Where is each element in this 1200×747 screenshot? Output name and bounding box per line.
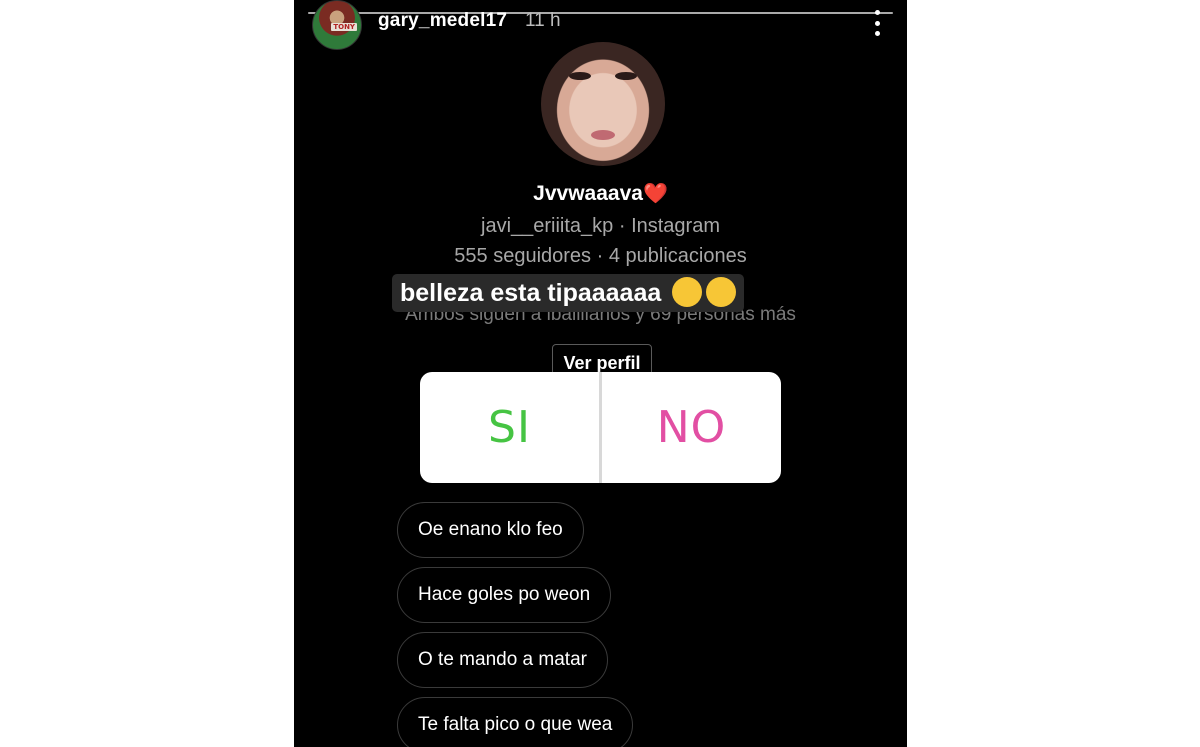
shared-profile-handle: javi__eriiita_kp · Instagram	[481, 215, 720, 237]
reply-bubble: Te falta pico o que wea	[397, 697, 634, 747]
zany-face-emoji-icon	[706, 277, 737, 308]
display-name-text: Jvvwaaava	[533, 182, 643, 205]
poll-sticker: SI NO	[420, 372, 781, 483]
shared-profile-stats: 555 seguidores · 4 publicaciones	[454, 245, 747, 267]
avatar-tag: TONY	[331, 23, 357, 31]
reply-bubble: Hace goles po weon	[397, 567, 612, 623]
story-author-username[interactable]: gary_medel17	[378, 10, 507, 32]
story-timestamp: 11 h	[525, 10, 561, 31]
story-viewer: TONY gary_medel17 11 h Jvvwaaava❤️ javi_…	[294, 0, 907, 747]
heart-icon: ❤️	[642, 181, 668, 205]
story-caption: belleza esta tipaaaaaa	[392, 274, 745, 312]
laughing-tears-emoji-icon	[672, 277, 703, 308]
more-vertical-icon[interactable]	[873, 10, 881, 36]
poll-option-no[interactable]: NO	[602, 372, 781, 483]
shared-profile-display-name: Jvvwaaava❤️	[294, 181, 907, 206]
reply-bubble: Oe enano klo feo	[397, 502, 584, 558]
shared-profile-picture[interactable]	[541, 42, 665, 166]
caption-text: belleza esta tipaaaaaa	[400, 279, 662, 307]
story-author-avatar[interactable]: TONY	[312, 0, 362, 50]
poll-option-yes[interactable]: SI	[420, 372, 599, 483]
reply-bubble: O te mando a matar	[397, 632, 608, 688]
